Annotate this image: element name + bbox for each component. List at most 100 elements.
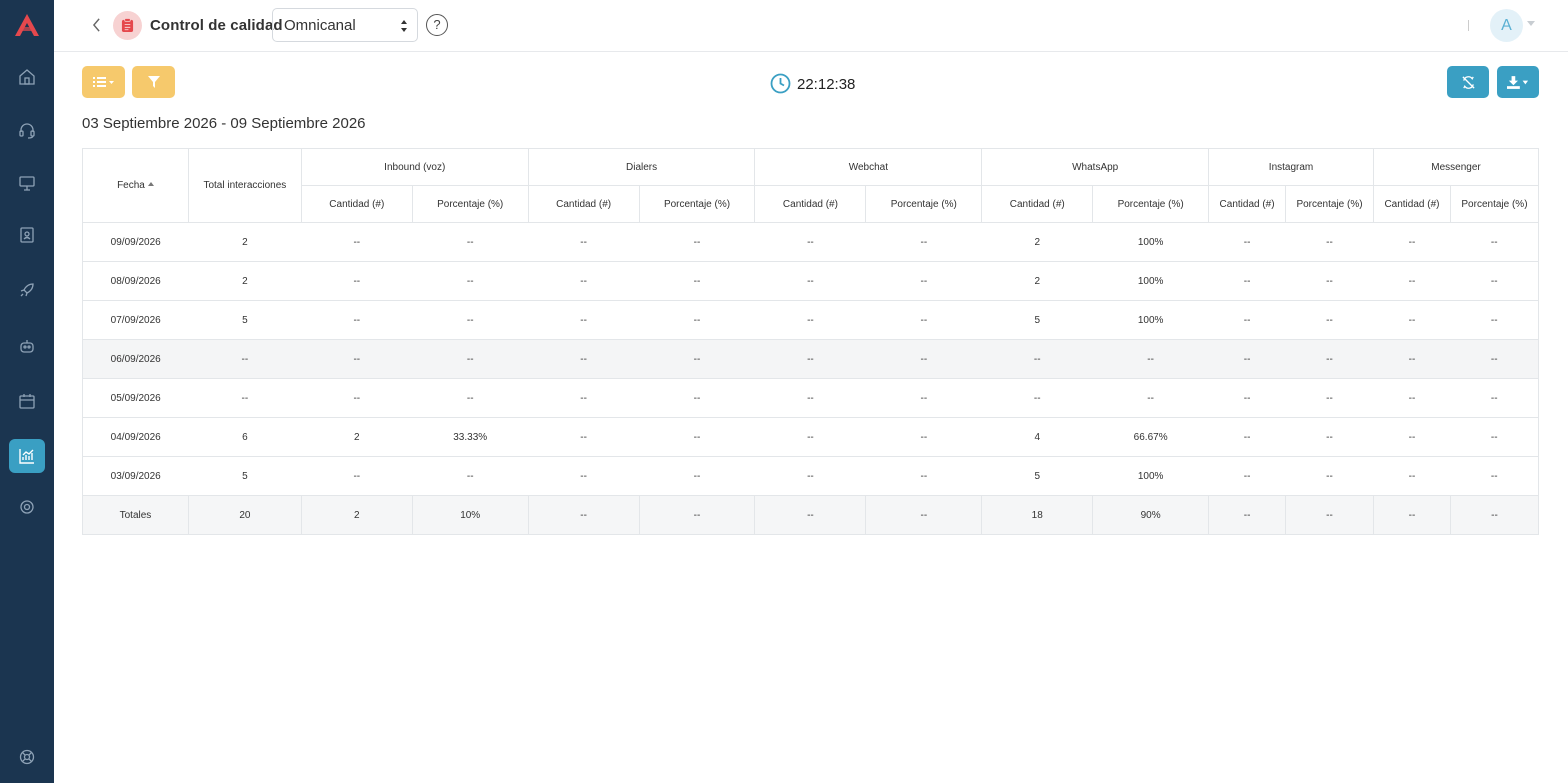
column-header-cantidad: Cantidad (#): [981, 185, 1094, 223]
table-cell: --: [301, 378, 413, 418]
table-cell: --: [981, 339, 1093, 379]
table-cell: --: [1092, 339, 1209, 379]
avatar[interactable]: A: [1490, 9, 1523, 42]
table-cell: --: [412, 339, 529, 379]
totals-cell: 20: [187, 495, 302, 535]
app-logo-icon[interactable]: [13, 12, 41, 38]
table-cell: 2: [188, 261, 302, 301]
column-header-cantidad: Cantidad (#): [754, 185, 867, 223]
table-cell: --: [1373, 300, 1451, 340]
table-cell: --: [188, 339, 302, 379]
download-icon: [1507, 75, 1529, 89]
table-cell: --: [1285, 339, 1374, 379]
table-cell: --: [412, 378, 529, 418]
column-header-cantidad: Cantidad (#): [300, 185, 413, 223]
sidebar-item-reports[interactable]: [9, 439, 45, 473]
table-cell: 100%: [1092, 300, 1209, 340]
table-cell: --: [754, 417, 866, 457]
table-cell: --: [865, 261, 982, 301]
table-cell: --: [1373, 456, 1451, 496]
filter-button[interactable]: [132, 66, 175, 98]
date-cell: 08/09/2026: [82, 261, 189, 301]
channel-select[interactable]: Omnicanal: [272, 8, 418, 42]
clock-icon: [770, 73, 791, 94]
sidebar-item-settings[interactable]: [9, 490, 45, 524]
table-cell: --: [528, 378, 640, 418]
gear-icon: [20, 500, 34, 514]
table-cell: 66.67%: [1092, 417, 1209, 457]
sidebar-item-bots[interactable]: [9, 329, 45, 363]
table-cell: --: [528, 222, 640, 262]
table-cell: --: [412, 300, 529, 340]
table-cell: --: [1285, 300, 1374, 340]
bot-icon: [20, 340, 34, 353]
sidebar-item-calendar[interactable]: [9, 384, 45, 418]
table-cell: --: [412, 261, 529, 301]
chart-icon: [19, 449, 34, 464]
totals-cell: 90%: [1092, 495, 1210, 535]
totals-cell: --: [1372, 495, 1451, 535]
refresh-button[interactable]: [1447, 66, 1489, 98]
sort-asc-icon[interactable]: [147, 182, 154, 186]
column-header-cantidad: Cantidad (#): [527, 185, 640, 223]
table-cell: --: [528, 456, 640, 496]
totals-cell: --: [754, 495, 867, 535]
sidebar-item-home[interactable]: [9, 60, 45, 94]
calendar-icon: [19, 394, 35, 409]
table-cell: --: [865, 300, 982, 340]
table-cell: --: [865, 378, 982, 418]
sync-off-icon: [1461, 75, 1475, 89]
back-button[interactable]: [88, 16, 104, 34]
totals-cell: --: [1285, 495, 1374, 535]
table-cell: --: [639, 417, 755, 457]
table-cell: --: [528, 261, 640, 301]
table-cell: --: [639, 261, 755, 301]
table-cell: 5: [981, 456, 1093, 496]
view-options-button[interactable]: [82, 66, 125, 98]
group-header: Inbound (voz): [300, 148, 529, 186]
table-cell: 100%: [1092, 222, 1209, 262]
date-cell: 07/09/2026: [82, 300, 189, 340]
table-cell: --: [412, 222, 529, 262]
table-cell: --: [639, 456, 755, 496]
table-cell: --: [1373, 261, 1451, 301]
table-cell: --: [1450, 378, 1540, 418]
table-cell: --: [1373, 222, 1451, 262]
column-header-porcentaje: Porcentaje (%): [1285, 185, 1374, 223]
help-button[interactable]: ?: [426, 14, 448, 36]
table-cell: --: [301, 222, 413, 262]
clipboard-icon: [121, 18, 134, 32]
table-cell: --: [301, 261, 413, 301]
table-cell: --: [1285, 378, 1374, 418]
sidebar-item-support[interactable]: [9, 740, 45, 774]
table-cell: --: [1208, 261, 1286, 301]
table-row: 06/09/2026 -- -- -- -- -- -- -- -- -- -- -- -- --: [82, 339, 1540, 379]
table-cell: --: [754, 300, 866, 340]
table-cell: --: [528, 300, 640, 340]
table-cell: --: [981, 378, 1093, 418]
download-button[interactable]: [1497, 66, 1539, 98]
home-icon: [19, 69, 35, 85]
table-cell: --: [528, 417, 640, 457]
table-cell: --: [1450, 261, 1540, 301]
table-cell: --: [865, 417, 982, 457]
table-cell: 100%: [1092, 456, 1209, 496]
column-header-total: Total interacciones: [187, 148, 302, 223]
table-cell: --: [1450, 300, 1540, 340]
table-cell: --: [1450, 417, 1540, 457]
table-cell: --: [1208, 378, 1286, 418]
list-icon: [92, 77, 114, 87]
sidebar-item-agents[interactable]: [9, 113, 45, 147]
channel-select-value: Omnicanal: [284, 17, 356, 34]
totals-label: Totales: [82, 495, 189, 535]
sidebar-item-contacts[interactable]: [9, 218, 45, 252]
table-cell: --: [1373, 378, 1451, 418]
table-cell: --: [639, 300, 755, 340]
sidebar-item-campaigns[interactable]: [9, 273, 45, 307]
column-header-porcentaje: Porcentaje (%): [1092, 185, 1210, 223]
chevron-down-icon[interactable]: [1527, 21, 1535, 26]
sidebar: [0, 0, 54, 783]
sidebar-item-monitor[interactable]: [9, 166, 45, 200]
table-cell: --: [1208, 300, 1286, 340]
column-header-fecha[interactable]: Fecha: [82, 148, 189, 223]
